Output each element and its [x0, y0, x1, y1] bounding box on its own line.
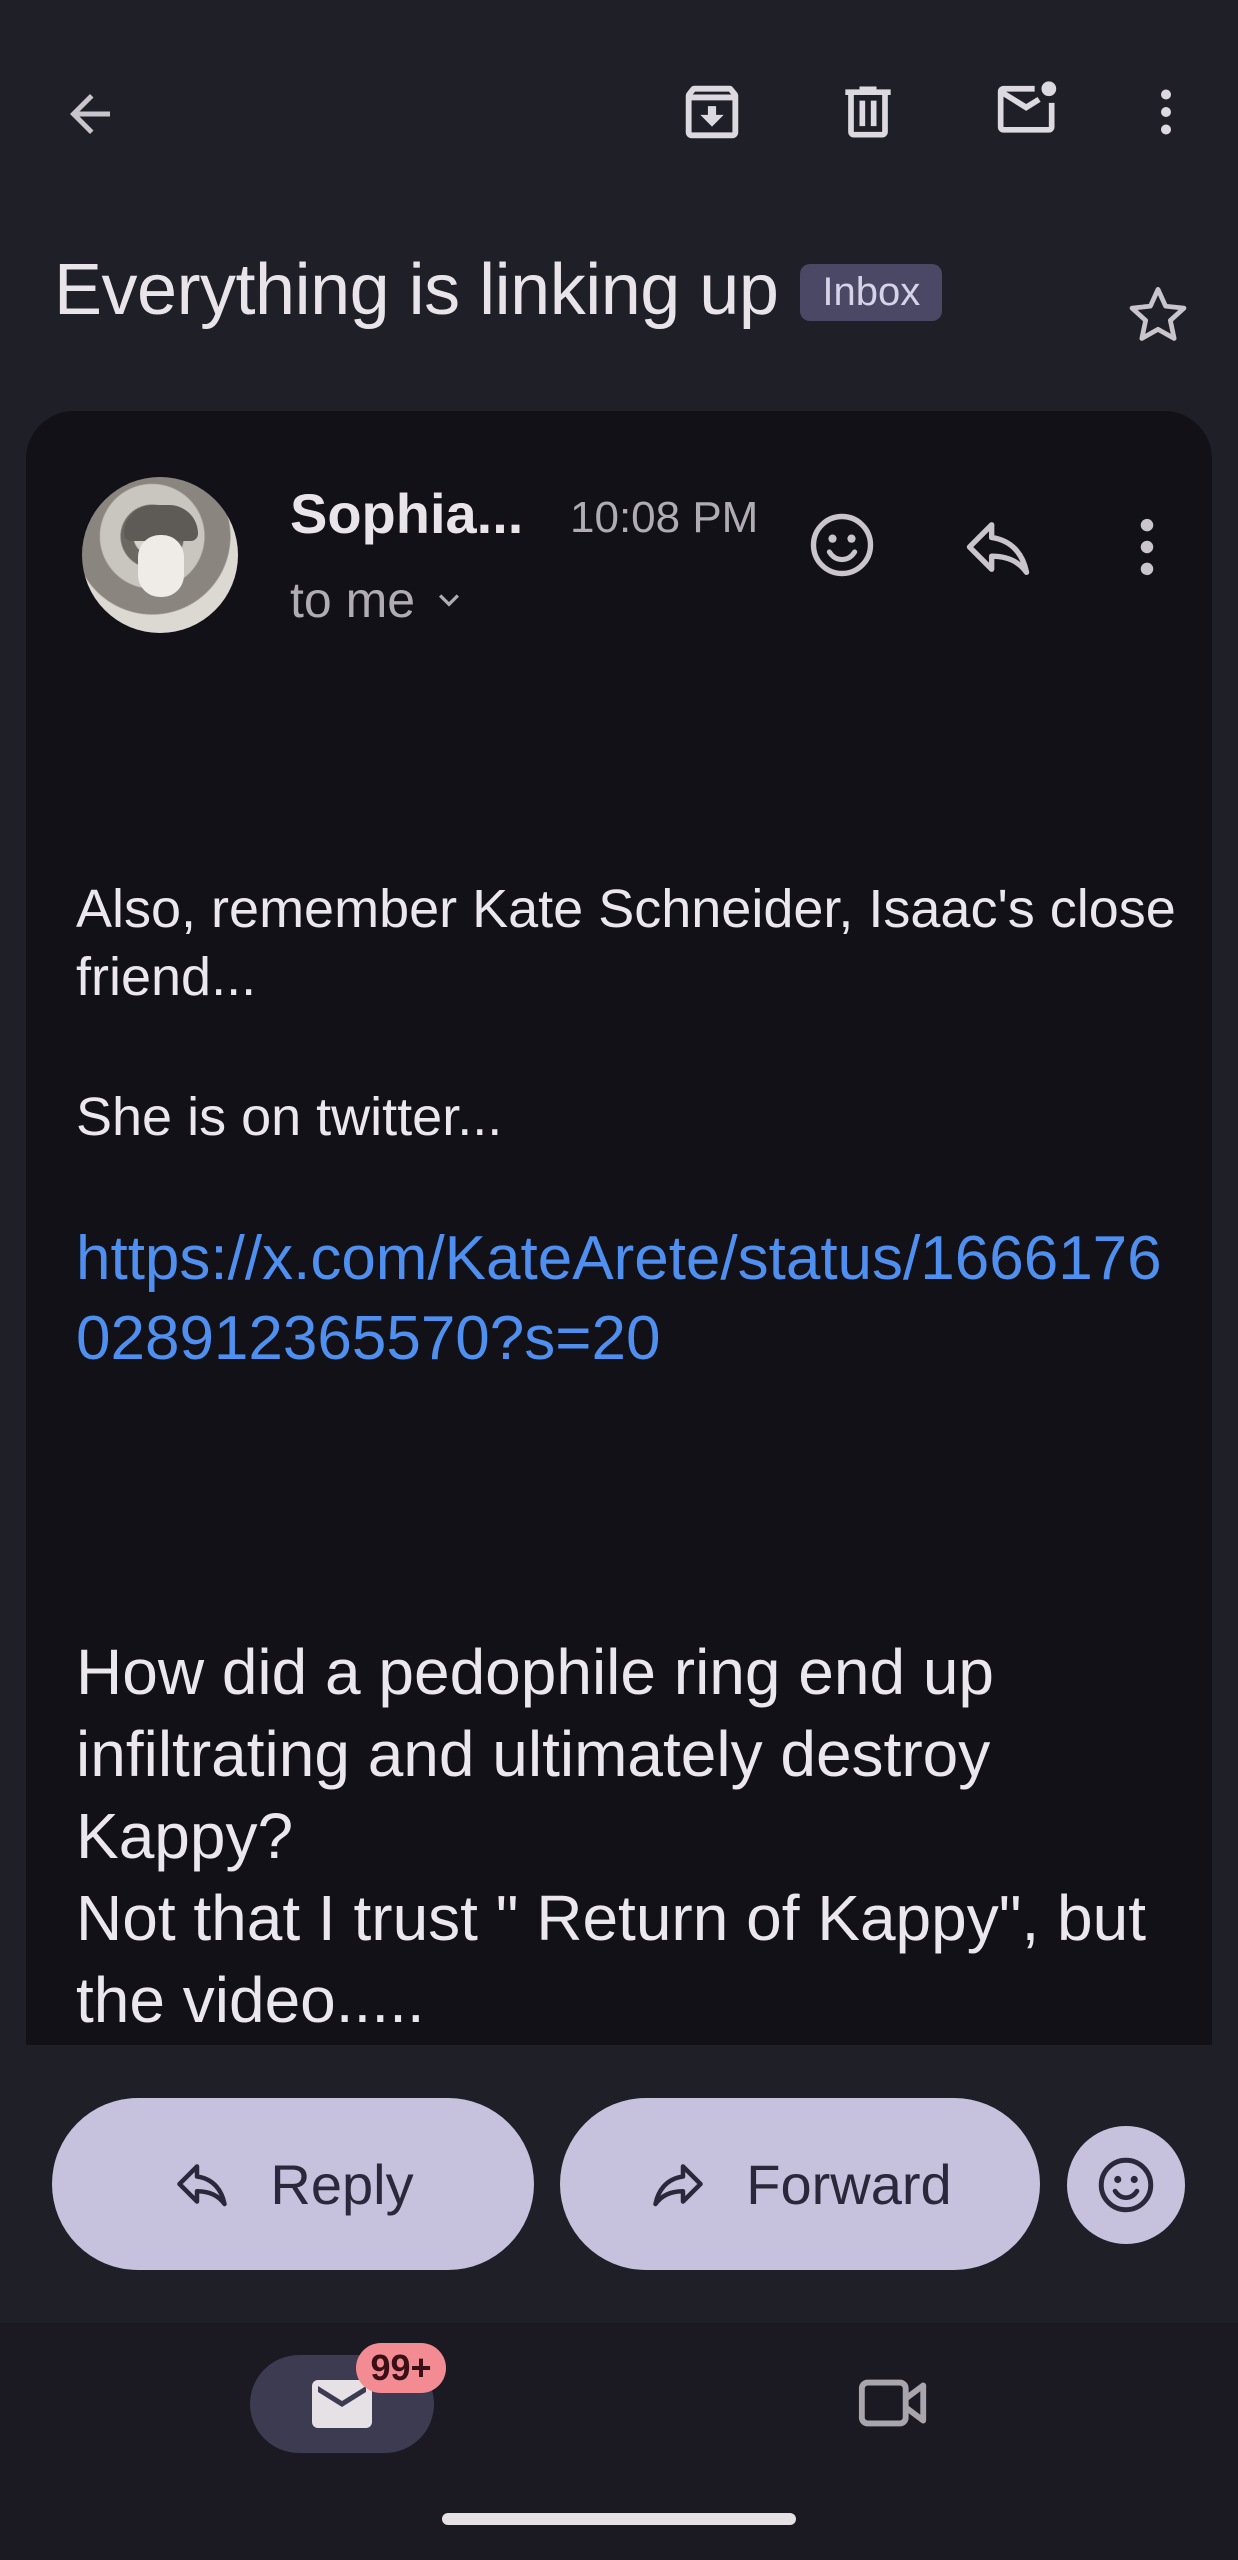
message-card: Sophia... 10:08 PM to me Also, remember … [26, 411, 1212, 2045]
body-paragraph-3: How did a pedophile ring end up infiltra… [76, 1631, 1176, 2041]
delete-icon[interactable] [826, 70, 910, 154]
mark-unread-icon[interactable] [984, 68, 1074, 152]
message-time: 10:08 PM [570, 493, 759, 542]
reply-icon [177, 2164, 228, 2207]
recipient-toggle[interactable]: to me [290, 571, 469, 629]
forward-button[interactable]: Forward [560, 2098, 1040, 2270]
forward-button-label: Forward [746, 2152, 952, 2216]
reply-button[interactable]: Reply [52, 2098, 534, 2270]
inbox-label-badge[interactable]: Inbox [800, 263, 943, 321]
recipient-label: to me [290, 572, 416, 628]
tab-meet[interactable] [856, 2373, 932, 2438]
body-paragraph-3-line-2: Not that I trust " Return of Kappy", but… [76, 1882, 1146, 2036]
more-vert-icon[interactable] [1122, 509, 1172, 590]
unread-count-badge: 99+ [356, 2343, 446, 2393]
email-subject: Everything is linking up [54, 250, 779, 330]
reply-icon[interactable] [960, 509, 1036, 590]
star-icon[interactable] [1120, 278, 1196, 359]
react-emoji-button[interactable] [1067, 2126, 1185, 2244]
emoji-icon [1098, 2157, 1154, 2213]
top-app-bar [0, 0, 1238, 215]
subject-row: Everything is linking up Inbox [54, 245, 943, 335]
emoji-icon[interactable] [804, 507, 880, 588]
home-indicator[interactable] [442, 2513, 796, 2525]
reply-button-label: Reply [270, 2152, 414, 2216]
body-paragraph-1: Also, remember Kate Schneider, Isaac's c… [76, 879, 1176, 1007]
chevron-down-icon [439, 594, 460, 607]
video-icon [858, 2379, 927, 2427]
action-bar: Reply Forward [0, 2098, 1238, 2274]
more-vert-icon[interactable] [1134, 70, 1198, 154]
back-arrow-icon[interactable] [54, 78, 126, 150]
archive-icon[interactable] [670, 70, 754, 154]
body-paragraph-2: She is on twitter... [76, 1087, 503, 1147]
forward-icon [653, 2164, 704, 2207]
body-paragraph-3-line-1: How did a pedophile ring end up infiltra… [76, 1636, 994, 1872]
bottom-navigation: 99+ [0, 2323, 1238, 2560]
avatar[interactable] [82, 477, 238, 633]
body-link[interactable]: https://x.com/KateArete/status/166617602… [76, 1219, 1176, 1379]
sender-name[interactable]: Sophia... [290, 481, 523, 546]
